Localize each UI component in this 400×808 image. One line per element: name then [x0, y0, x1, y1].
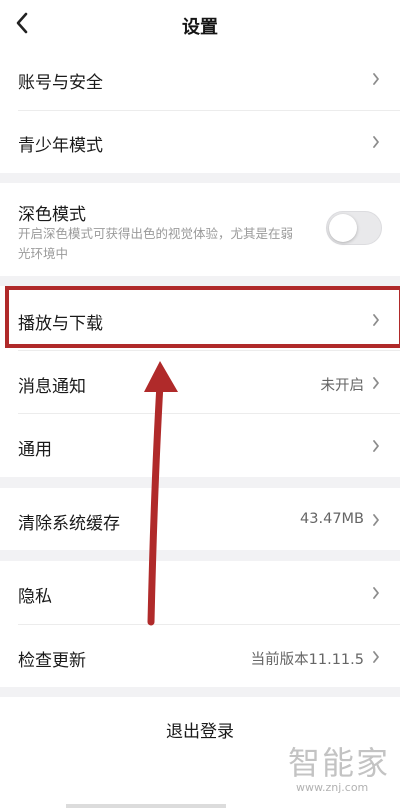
watermark-url: www.znj.com: [296, 781, 369, 794]
current-version: 当前版本11.11.5: [250, 652, 364, 668]
row-label: 通用: [18, 440, 52, 460]
chevron-right-icon: [373, 377, 379, 389]
chevron-right-icon: [373, 514, 379, 526]
dark-mode-toggle[interactable]: [326, 211, 382, 245]
page-title: 设置: [182, 17, 218, 38]
dark-mode-description: 开启深色模式可获得出色的视觉体验，尤其是在弱 光环境中: [18, 224, 318, 264]
header-bar: 设置: [0, 0, 400, 48]
desc-line: 光环境中: [18, 246, 69, 261]
chevron-right-icon: [373, 440, 379, 452]
watermark-logo: 智能家: [288, 744, 391, 782]
row-label: 清除系统缓存: [18, 514, 120, 534]
notifications-status: 未开启: [320, 378, 365, 394]
settings-row-clear-cache[interactable]: 清除系统缓存 43.47MB: [0, 488, 400, 550]
chevron-right-icon: [373, 73, 379, 85]
settings-row-play-download[interactable]: 播放与下载: [0, 288, 400, 350]
chevron-right-icon: [373, 314, 379, 326]
row-label: 账号与安全: [18, 73, 103, 93]
row-label: 检查更新: [18, 651, 86, 671]
settings-row-check-update[interactable]: 检查更新 当前版本11.11.5: [0, 625, 400, 687]
row-label: 播放与下载: [18, 314, 103, 334]
row-label: 消息通知: [18, 377, 86, 397]
cache-size: 43.47MB: [300, 511, 364, 527]
settings-row-account-security[interactable]: 账号与安全: [0, 48, 400, 110]
settings-row-youth-mode[interactable]: 青少年模式: [0, 111, 400, 173]
dark-mode-label: 深色模式: [18, 205, 86, 225]
settings-row-privacy[interactable]: 隐私: [0, 561, 400, 623]
row-label: 青少年模式: [18, 136, 103, 156]
desc-line: 开启深色模式可获得出色的视觉体验，尤其是在弱: [18, 226, 294, 241]
row-label: 隐私: [18, 587, 52, 607]
chevron-right-icon: [373, 136, 379, 148]
settings-row-general[interactable]: 通用: [0, 414, 400, 477]
settings-row-notifications[interactable]: 消息通知 未开启: [0, 351, 400, 413]
chevron-right-icon: [373, 651, 379, 663]
home-indicator: [66, 804, 226, 808]
toggle-knob: [329, 214, 357, 242]
chevron-right-icon: [373, 587, 379, 599]
